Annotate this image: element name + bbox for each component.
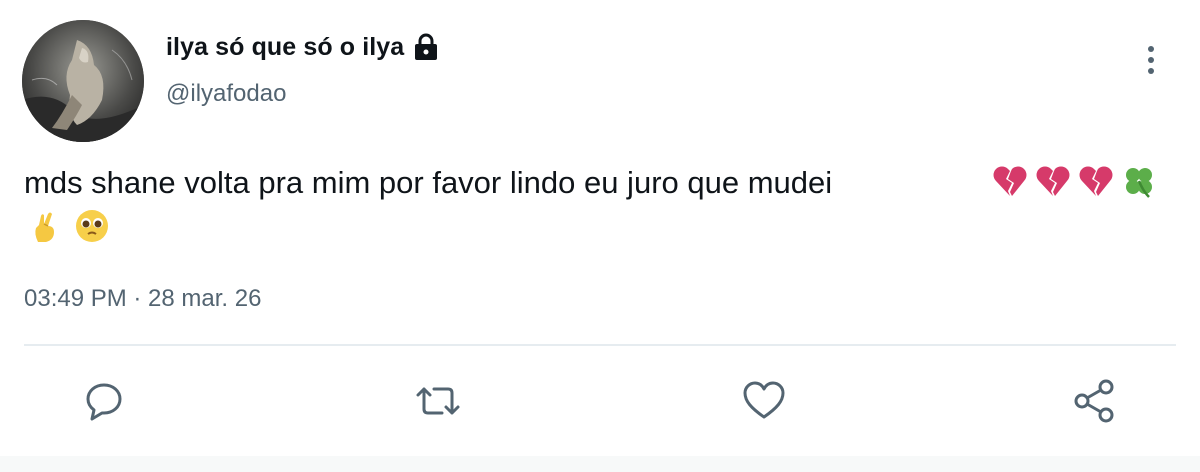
more-dot-icon xyxy=(1148,46,1154,52)
crossed-fingers-icon xyxy=(35,212,54,242)
four-leaf-clover-icon xyxy=(1126,168,1152,198)
retweet-icon xyxy=(416,387,460,415)
lock-icon xyxy=(412,32,440,62)
retweet-button[interactable] xyxy=(412,375,464,427)
heart-icon xyxy=(743,381,785,419)
share-button[interactable] xyxy=(1068,375,1120,427)
pleading-face-icon xyxy=(76,210,108,242)
tweet-card: ilya só que só o ilya @ilyafodao mds sha… xyxy=(0,0,1200,472)
divider xyxy=(24,344,1176,346)
user-handle[interactable]: @ilyafodao xyxy=(166,80,286,108)
more-options-button[interactable] xyxy=(1136,40,1166,80)
broken-heart-icon xyxy=(1036,166,1070,196)
tweet-actions xyxy=(0,375,1200,427)
display-name[interactable]: ilya só que só o ilya xyxy=(166,33,404,62)
emoji-group-2 xyxy=(28,208,114,244)
more-dot-icon xyxy=(1148,57,1154,63)
bottom-strip xyxy=(0,456,1200,472)
reply-icon xyxy=(86,383,122,421)
emoji-group-1 xyxy=(992,163,1161,199)
like-button[interactable] xyxy=(738,375,790,427)
more-dot-icon xyxy=(1148,68,1154,74)
tweet-timestamp[interactable]: 03:49 PM · 28 mar. 26 xyxy=(24,285,261,313)
broken-heart-icon xyxy=(993,166,1027,196)
display-name-row: ilya só que só o ilya xyxy=(166,30,440,64)
avatar[interactable] xyxy=(22,20,144,142)
share-icon xyxy=(1074,379,1114,423)
broken-heart-icon xyxy=(1079,166,1113,196)
reply-button[interactable] xyxy=(78,375,130,427)
